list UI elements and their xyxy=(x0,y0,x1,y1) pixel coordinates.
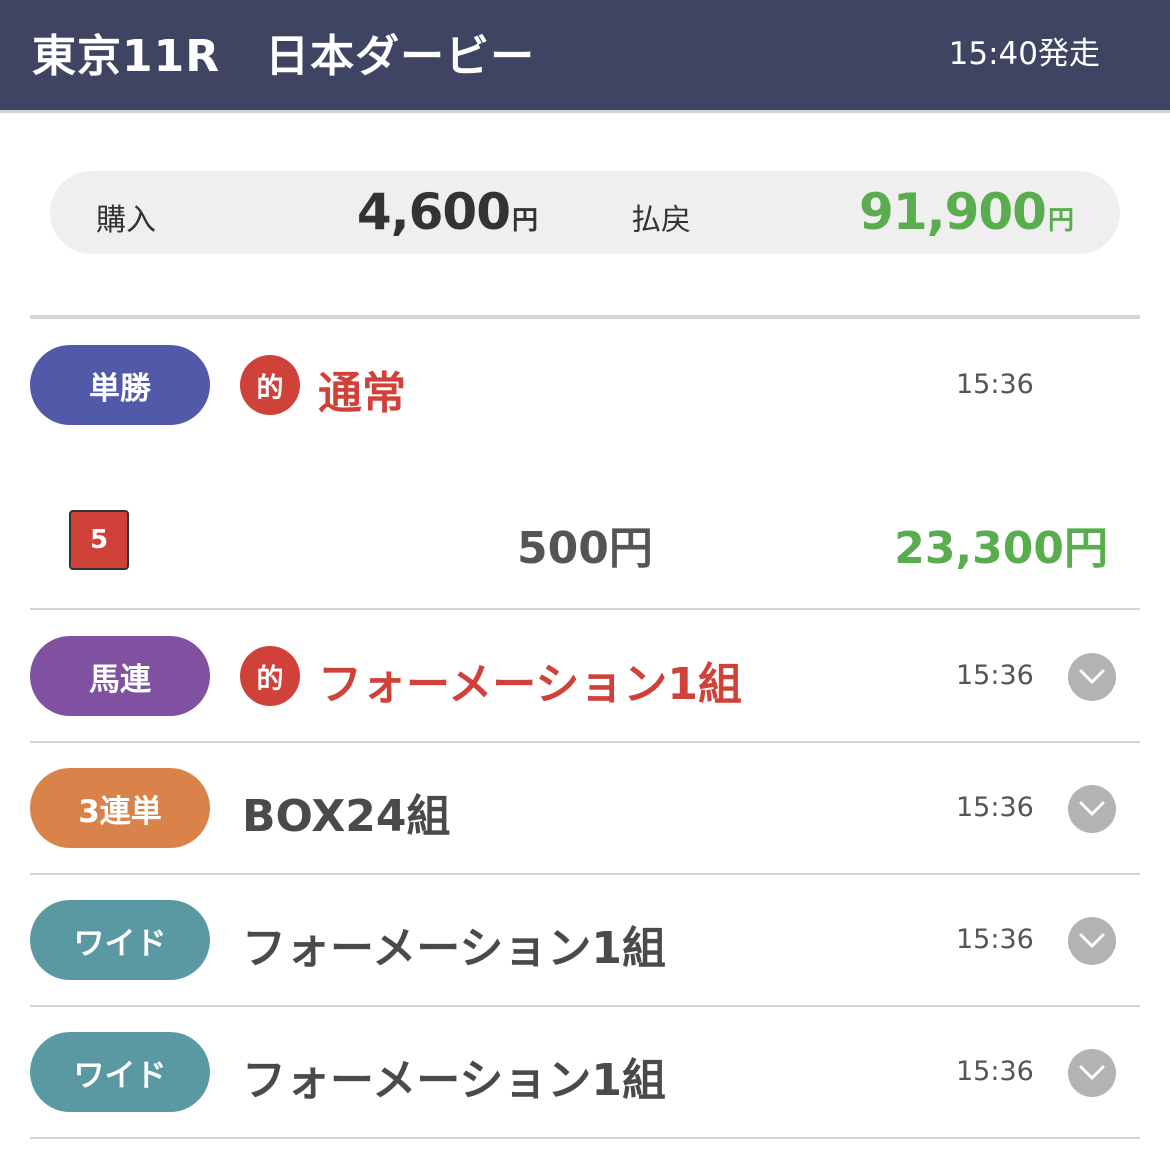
ticket-time: 15:36 xyxy=(956,924,1034,955)
purchase-label: 購入 xyxy=(96,203,156,238)
row-divider xyxy=(30,741,1140,743)
ticket-row-win[interactable]: 単勝 的 通常 15:36 xyxy=(0,345,1170,425)
ticket-time: 15:36 xyxy=(956,792,1034,823)
horse-number-box: 5 xyxy=(69,510,129,570)
row-divider xyxy=(30,1137,1140,1139)
summary-bar: 購入 4,600円 払戻 91,900円 xyxy=(50,171,1120,254)
ticket-row-wide[interactable]: ワイド フォーメーション1組 15:36 xyxy=(0,1032,1170,1112)
bet-type-pill: 単勝 xyxy=(30,345,210,425)
row-divider xyxy=(30,1005,1140,1007)
bet-type-pill: ワイド xyxy=(30,1032,210,1112)
ticket-payout: 23,300円 xyxy=(894,523,1108,574)
chevron-down-icon[interactable] xyxy=(1068,917,1116,965)
ticket-title: フォーメーション1組 xyxy=(318,659,742,710)
ticket-time: 15:36 xyxy=(956,660,1034,691)
chevron-down-icon[interactable] xyxy=(1068,653,1116,701)
bet-type-pill: 馬連 xyxy=(30,636,210,716)
row-divider xyxy=(30,873,1140,875)
ticket-stake: 500円 xyxy=(517,523,653,574)
race-title: 東京11R 日本ダービー xyxy=(32,31,536,82)
post-time: 15:40発走 xyxy=(948,36,1100,72)
chevron-down-icon[interactable] xyxy=(1068,785,1116,833)
ticket-time: 15:36 xyxy=(956,369,1034,400)
bet-type-pill: ワイド xyxy=(30,900,210,980)
ticket-row-wide[interactable]: ワイド フォーメーション1組 15:36 xyxy=(0,900,1170,980)
ticket-title: BOX24組 xyxy=(242,791,451,842)
ticket-title: 通常 xyxy=(318,368,406,419)
ticket-time: 15:36 xyxy=(956,1056,1034,1087)
payout-total: 91,900円 xyxy=(859,183,1074,241)
bet-type-pill: 3連単 xyxy=(30,768,210,848)
hit-badge: 的 xyxy=(240,355,300,415)
purchase-total: 4,600円 xyxy=(356,183,538,241)
section-divider xyxy=(30,315,1140,319)
payout-label: 払戻 xyxy=(631,203,691,238)
ticket-row-quinella[interactable]: 馬連 的 フォーメーション1組 15:36 xyxy=(0,636,1170,716)
hit-badge: 的 xyxy=(240,646,300,706)
ticket-title: フォーメーション1組 xyxy=(242,923,666,974)
ticket-title: フォーメーション1組 xyxy=(242,1055,666,1106)
ticket-row-trifecta[interactable]: 3連単 BOX24組 15:36 xyxy=(0,768,1170,848)
chevron-down-icon[interactable] xyxy=(1068,1049,1116,1097)
race-header: 東京11R 日本ダービー 15:40発走 xyxy=(0,0,1170,113)
row-divider xyxy=(30,608,1140,610)
